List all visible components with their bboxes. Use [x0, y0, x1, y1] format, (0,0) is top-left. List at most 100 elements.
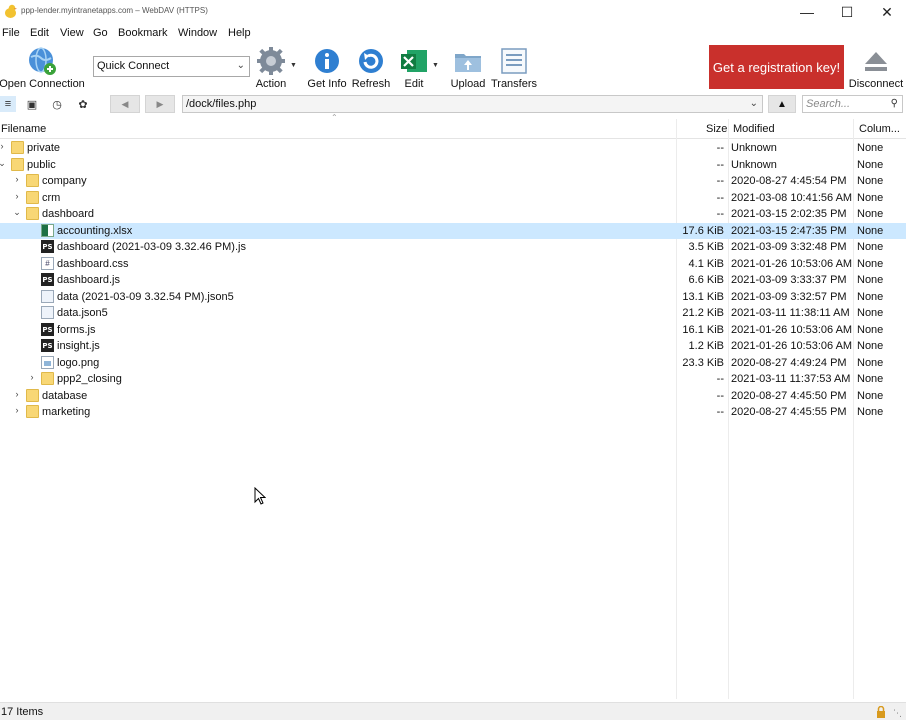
file-modified: 2021-01-26 10:53:06 AM — [731, 324, 853, 336]
list-item[interactable]: › private -- Unknown None — [0, 140, 906, 156]
get-info-button[interactable]: Get Info — [306, 42, 348, 94]
refresh-icon — [359, 49, 383, 73]
list-item-selected[interactable]: accounting.xlsx 17.6 KiB 2021-03-15 2:47… — [0, 223, 906, 239]
file-size: 3.5 KiB — [688, 241, 724, 253]
file-column: None — [857, 373, 884, 385]
close-icon[interactable]: ✕ — [867, 0, 906, 24]
upload-button[interactable]: Upload — [449, 42, 487, 94]
toolbar: Open Connection Quick Connect ⌄ Action ▼ — [0, 42, 906, 94]
list-item[interactable]: data (2021-03-09 3.32.54 PM).json5 13.1 … — [0, 289, 906, 305]
chevron-right-icon[interactable]: › — [12, 174, 22, 184]
chevron-down-icon[interactable]: ⌄ — [0, 158, 7, 169]
title-bar: ppp-lender.myintranetapps.com – WebDAV (… — [0, 0, 906, 24]
open-connection-button[interactable]: Open Connection — [0, 42, 85, 94]
folder-icon — [11, 141, 24, 154]
action-dropdown-icon[interactable]: ▼ — [290, 62, 297, 69]
file-column: None — [857, 340, 884, 352]
menu-file[interactable]: File — [2, 24, 20, 39]
list-item[interactable]: › database -- 2020-08-27 4:45:50 PM None — [0, 388, 906, 404]
list-item[interactable]: logo.png 23.3 KiB 2020-08-27 4:49:24 PM … — [0, 355, 906, 371]
file-modified: Unknown — [731, 142, 777, 154]
list-item[interactable]: PS insight.js 1.2 KiB 2021-01-26 10:53:0… — [0, 338, 906, 354]
script-file-icon: PS — [41, 339, 54, 352]
file-modified: 2021-03-08 10:41:56 AM — [731, 192, 853, 204]
chevron-right-icon[interactable]: › — [12, 405, 22, 415]
list-item[interactable]: # dashboard.css 4.1 KiB 2021-01-26 10:53… — [0, 256, 906, 272]
file-name: data (2021-03-09 3.32.54 PM).json5 — [57, 291, 234, 303]
list-item[interactable]: › marketing -- 2020-08-27 4:45:55 PM Non… — [0, 404, 906, 420]
browser-view-icon[interactable]: ≡ — [0, 96, 16, 112]
list-item[interactable]: data.json5 21.2 KiB 2021-03-11 11:38:11 … — [0, 305, 906, 321]
upload-label: Upload — [450, 78, 486, 90]
chevron-right-icon[interactable]: › — [12, 389, 22, 399]
file-size: -- — [716, 373, 724, 385]
upload-folder-icon — [455, 54, 481, 72]
disconnect-label: Disconnect — [848, 78, 904, 90]
list-item[interactable]: › crm -- 2021-03-08 10:41:56 AM None — [0, 190, 906, 206]
menu-go[interactable]: Go — [93, 24, 108, 39]
list-item[interactable]: PS dashboard (2021-03-09 3.32.46 PM).js … — [0, 239, 906, 255]
list-item[interactable]: ⌄ public -- Unknown None — [0, 157, 906, 173]
search-input[interactable]: Search... ⚲ — [802, 95, 903, 113]
list-item[interactable]: PS dashboard.js 6.6 KiB 2021-03-09 3:33:… — [0, 272, 906, 288]
file-name: dashboard (2021-03-09 3.32.46 PM).js — [57, 241, 246, 253]
status-bar: 17 Items ⋱ — [0, 702, 906, 720]
history-icon[interactable]: ◷ — [49, 96, 65, 112]
folder-icon — [26, 174, 39, 187]
action-button[interactable]: Action — [252, 42, 290, 94]
transfers-button[interactable]: Transfers — [490, 42, 538, 94]
file-modified: 2021-03-09 3:32:57 PM — [731, 291, 847, 303]
disconnect-button[interactable]: Disconnect — [848, 42, 904, 94]
path-select[interactable]: /dock/files.php ⌄ — [182, 95, 763, 113]
list-item[interactable]: PS forms.js 16.1 KiB 2021-01-26 10:53:06… — [0, 322, 906, 338]
chevron-right-icon[interactable]: › — [12, 191, 22, 201]
json-file-icon — [41, 290, 54, 303]
file-modified: 2021-03-09 3:32:48 PM — [731, 241, 847, 253]
bookmarks-icon[interactable]: ▣ — [24, 96, 40, 112]
refresh-button[interactable]: Refresh — [351, 42, 391, 94]
menu-view[interactable]: View — [60, 24, 84, 39]
transfers-label: Transfers — [490, 78, 538, 90]
list-item[interactable]: ⌄ dashboard -- 2021-03-15 2:02:35 PM Non… — [0, 206, 906, 222]
maximize-icon[interactable]: ☐ — [827, 0, 867, 24]
column-extra[interactable]: Colum... — [859, 119, 900, 139]
get-info-label: Get Info — [307, 78, 347, 90]
menu-help[interactable]: Help — [228, 24, 251, 39]
file-column: None — [857, 159, 884, 171]
list-item[interactable]: › company -- 2020-08-27 4:45:54 PM None — [0, 173, 906, 189]
forward-button[interactable]: ▶ — [145, 95, 175, 113]
excel-icon — [401, 50, 427, 72]
edit-dropdown-icon[interactable]: ▼ — [432, 62, 439, 69]
chevron-down-icon[interactable]: ⌄ — [12, 207, 22, 218]
chevron-right-icon[interactable]: › — [27, 372, 37, 382]
json-file-icon — [41, 306, 54, 319]
file-name: database — [42, 390, 88, 402]
file-name: marketing — [42, 406, 91, 418]
file-name: logo.png — [57, 357, 100, 369]
minimize-icon[interactable]: — — [787, 0, 827, 24]
folder-icon — [26, 207, 39, 220]
parent-directory-button[interactable]: ▲ — [768, 95, 796, 113]
action-label: Action — [255, 78, 287, 90]
bonjour-icon[interactable]: ✿ — [75, 96, 91, 112]
menu-window[interactable]: Window — [178, 24, 217, 39]
menu-bookmark[interactable]: Bookmark — [118, 24, 168, 39]
file-name: dashboard — [42, 208, 94, 220]
file-name: ppp2_closing — [57, 373, 122, 385]
back-button[interactable]: ◀ — [110, 95, 140, 113]
edit-button[interactable]: Edit — [398, 42, 430, 94]
chevron-right-icon[interactable]: › — [0, 141, 7, 151]
file-column: None — [857, 192, 884, 204]
registration-key-button[interactable]: Get a registration key! — [709, 45, 844, 89]
quick-connect-select[interactable]: Quick Connect ⌄ — [93, 56, 250, 77]
file-name: insight.js — [57, 340, 100, 352]
list-item[interactable]: › ppp2_closing -- 2021-03-11 11:37:53 AM… — [0, 371, 906, 387]
menu-edit[interactable]: Edit — [30, 24, 49, 39]
file-modified: 2020-08-27 4:45:54 PM — [731, 175, 847, 187]
column-filename[interactable]: Filename — [1, 119, 46, 139]
resize-grip-icon[interactable]: ⋱ — [893, 708, 902, 719]
column-modified[interactable]: Modified — [733, 119, 775, 139]
column-header: Filename Size Modified Colum... — [0, 119, 906, 139]
column-size[interactable]: Size — [706, 119, 727, 139]
file-modified: 2021-03-11 11:38:11 AM — [731, 307, 850, 319]
